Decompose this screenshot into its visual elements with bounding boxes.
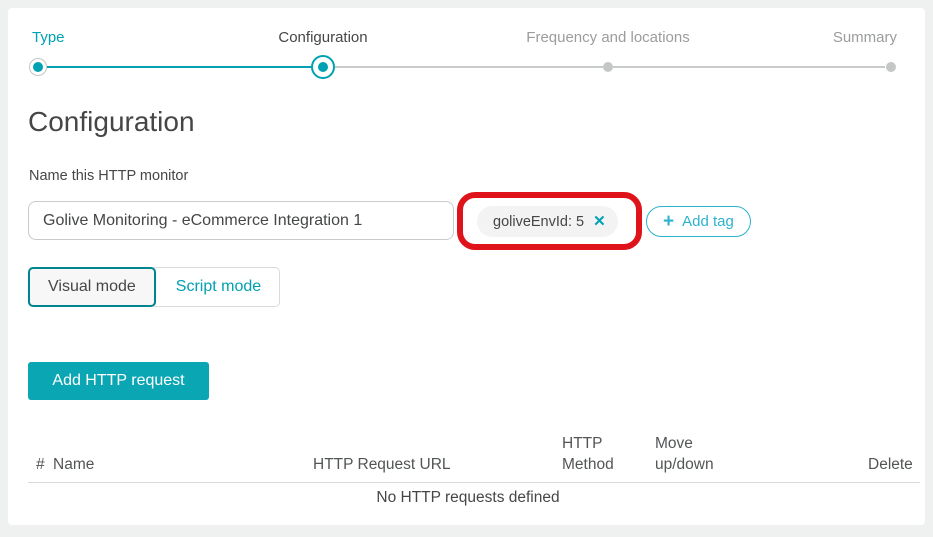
add-tag-button[interactable]: + Add tag xyxy=(646,206,751,237)
column-header-method: HTTP Method xyxy=(562,434,634,476)
step-connector-upcoming-1 xyxy=(335,66,603,68)
step-connector-upcoming-2 xyxy=(613,66,885,68)
step-dot-type-inner xyxy=(33,62,43,72)
remove-tag-icon[interactable]: ✕ xyxy=(593,214,606,229)
requests-table-header: # Name HTTP Request URL HTTP Method Move… xyxy=(8,428,925,480)
step-label-type[interactable]: Type xyxy=(32,29,65,46)
page-title: Configuration xyxy=(28,106,195,138)
step-dot-configuration-inner xyxy=(318,62,328,72)
add-tag-label: Add tag xyxy=(682,213,734,230)
add-http-request-button[interactable]: Add HTTP request xyxy=(28,362,209,400)
empty-table-message: No HTTP requests defined xyxy=(28,489,908,507)
monitor-name-label: Name this HTTP monitor xyxy=(29,168,188,184)
step-label-summary: Summary xyxy=(833,29,897,46)
step-dot-configuration[interactable] xyxy=(311,55,335,79)
step-dot-frequency-locations xyxy=(603,62,613,72)
step-connector-completed xyxy=(47,66,311,68)
monitor-setup-card: Type Configuration Frequency and locatio… xyxy=(8,8,925,525)
plus-icon: + xyxy=(663,212,674,231)
column-header-name: Name xyxy=(53,455,94,476)
step-dot-type[interactable] xyxy=(29,58,47,76)
tag-pill[interactable]: goliveEnvId: 5 ✕ xyxy=(477,206,618,237)
step-dot-summary xyxy=(886,62,896,72)
tab-script-mode[interactable]: Script mode xyxy=(154,267,280,307)
monitor-name-input[interactable] xyxy=(28,201,454,240)
tab-visual-mode[interactable]: Visual mode xyxy=(28,267,156,307)
column-header-url: HTTP Request URL xyxy=(313,455,451,476)
step-label-frequency-locations: Frequency and locations xyxy=(526,29,689,46)
mode-tabs: Visual mode Script mode xyxy=(28,267,280,307)
step-label-configuration: Configuration xyxy=(278,29,367,46)
table-header-divider xyxy=(28,482,920,483)
column-header-delete: Delete xyxy=(868,455,913,476)
column-header-move: Move up/down xyxy=(655,434,733,476)
column-header-index: # xyxy=(36,455,45,476)
tag-label: goliveEnvId: 5 xyxy=(493,214,584,230)
